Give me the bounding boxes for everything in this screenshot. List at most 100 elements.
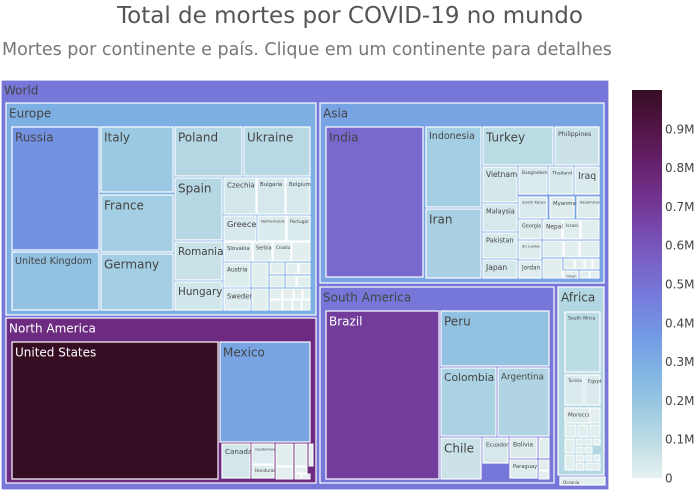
treemap-label: Sweden [227,292,253,300]
treemap-label: Poland [178,130,218,144]
treemap-label: Mexico [223,345,265,359]
treemap-tile-small-country[interactable] [579,270,590,279]
treemap-tile-small-country[interactable] [542,240,564,258]
colorbar-tick-label: 0.4M [665,316,694,330]
treemap-label: Bolivia [513,442,533,449]
treemap-label: Philippines [558,131,591,138]
treemap-label: Italy [104,130,130,144]
treemap-tile-small-country[interactable] [282,299,293,311]
treemap-tile-india[interactable] [325,126,424,278]
treemap-tile-small-country[interactable] [564,454,575,471]
treemap-tile-small-country[interactable] [542,258,563,279]
colorbar-tick-label: 0.5M [665,278,694,292]
treemap-label: South Korea [522,200,546,205]
treemap-label: Argentina [501,372,544,382]
treemap-tile-small-country[interactable] [269,262,285,275]
treemap-tile-small-country[interactable] [302,288,311,300]
treemap-tile-small-country[interactable] [301,473,311,480]
treemap-tile-small-country[interactable] [251,262,269,288]
treemap-tile-small-country[interactable] [301,299,311,311]
treemap-tile-small-country[interactable] [585,462,601,471]
treemap-tile-small-country[interactable] [275,466,294,480]
treemap-label: Spain [178,181,212,195]
treemap-label: Georgia [522,224,541,230]
treemap-tile-brazil[interactable] [325,310,440,480]
treemap-tile-small-country[interactable] [292,299,302,311]
treemap-tile-small-country[interactable] [575,462,585,471]
treemap-label: Hungary [178,286,222,298]
treemap-label: Serbia [256,246,272,252]
treemap-label: Jordan [521,265,540,271]
treemap-label: South America [323,290,411,304]
treemap-label: Ecuador [486,442,509,448]
treemap-tile-small-country[interactable] [579,240,600,258]
treemap-tile-small-country[interactable] [251,288,269,311]
treemap-tile-small-country[interactable] [275,443,294,467]
treemap-tile-small-country[interactable] [563,240,580,258]
treemap-chart: World Europe Asia North America South Americ… [0,79,694,491]
treemap-tile-small-country[interactable] [593,454,601,462]
colorbar-tick-label: 0.8M [665,161,694,175]
treemap-tile-small-country[interactable] [308,443,314,467]
treemap-tile-small-country[interactable] [592,258,600,270]
treemap-tile-small-country[interactable] [580,219,600,240]
treemap-label: World [4,83,38,97]
treemap-label: Iraq [578,171,596,182]
treemap-tile-small-country[interactable] [589,407,601,424]
treemap-label: Netherlands [261,219,285,224]
treemap-tile-russia[interactable] [11,126,100,251]
treemap-tile-small-country[interactable] [584,258,593,270]
treemap-label: Paraguay [513,464,537,470]
treemap-label: Russia [15,130,54,144]
treemap-tile-small-country[interactable] [593,438,601,446]
treemap-tile-small-country[interactable] [574,258,585,270]
treemap-tile-small-country[interactable] [564,438,575,454]
treemap-tile-small-country[interactable] [285,275,297,288]
treemap-tile-small-country[interactable] [296,275,311,288]
treemap-tile-small-country[interactable] [538,437,550,459]
treemap-label: Portugal [290,219,309,225]
treemap-label: Israel [566,223,578,229]
treemap-label: Nepal [546,225,563,231]
treemap-tile-israel[interactable] [562,219,581,240]
treemap-label: Myanmar [553,201,579,207]
treemap-label: Guatemala [255,447,276,452]
treemap-tile-small-country[interactable] [577,424,589,438]
treemap-tile-small-country[interactable] [563,258,575,270]
treemap-label: Chile [444,441,474,455]
treemap-tile-small-country[interactable] [584,446,593,454]
treemap-tile-small-country[interactable] [589,270,600,279]
treemap-label: Germany [104,257,159,271]
treemap-label: Brazil [329,314,363,328]
treemap-tile-small-country[interactable] [291,241,311,262]
treemap-tile-small-country[interactable] [298,262,311,275]
treemap-tile-small-country[interactable] [294,466,308,474]
treemap-tile-small-country[interactable] [294,443,308,467]
treemap-label: Pakistan [486,236,514,244]
treemap-tile-small-country[interactable] [269,275,285,288]
treemap-tile-small-country[interactable] [564,424,577,438]
treemap-tile-small-country[interactable] [538,459,550,471]
treemap-label: Vietnam [486,170,517,179]
treemap-tile-small-country[interactable] [585,454,593,462]
treemap-label: Greece [227,219,257,229]
treemap-tile-small-country[interactable] [575,438,584,446]
treemap-label: Africa [561,290,595,304]
treemap-label: Europe [9,106,51,120]
treemap-label: Oman [566,274,577,278]
treemap-tile-small-country[interactable] [538,470,550,480]
treemap-tile-small-country[interactable] [285,262,299,275]
treemap-tile-small-country[interactable] [269,299,283,311]
colorbar-tick-label: 0.2M [665,394,694,408]
treemap-tile-small-country[interactable] [584,438,593,446]
colorbar-tick-label: 0 [665,472,673,486]
treemap-tile-small-country[interactable] [589,424,601,438]
treemap-tile-small-country[interactable] [282,288,294,300]
treemap-tile-small-country[interactable] [575,454,585,462]
treemap-tile-small-country[interactable] [293,288,303,300]
treemap-tile-small-country[interactable] [294,473,302,480]
treemap-tile-united-states[interactable] [11,341,219,480]
colorbar-tick-label: 0.1M [665,433,694,447]
treemap-tile-small-country[interactable] [269,288,283,300]
treemap-tile-small-country[interactable] [575,446,584,454]
